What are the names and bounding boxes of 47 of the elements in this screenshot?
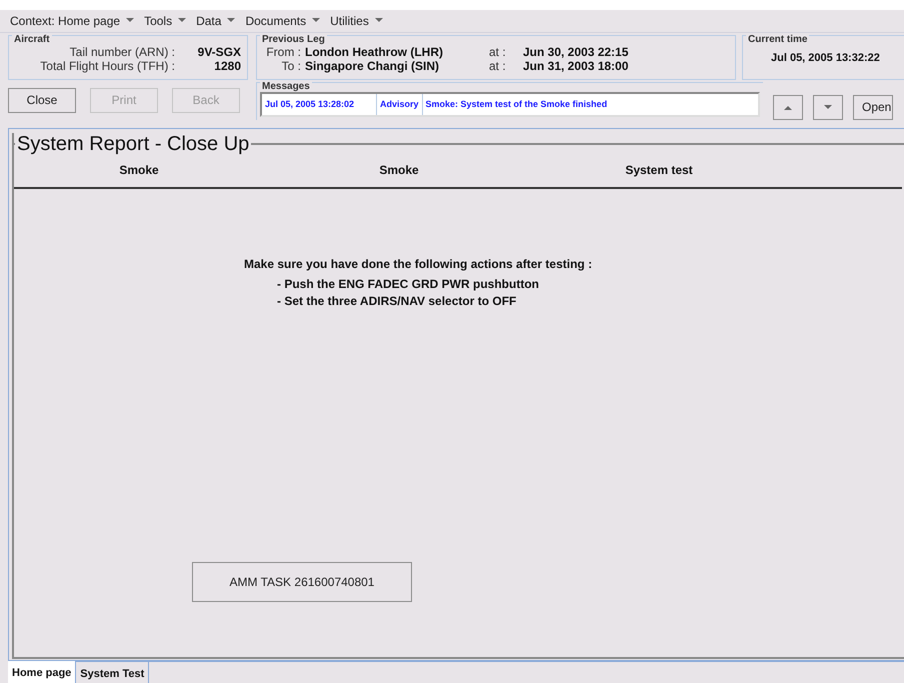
field-label: To : (280, 58, 301, 73)
instruction-text: - Set the three ADIRS/NAV selector to OFF (276, 294, 518, 308)
menu-item[interactable]: Tools (144, 14, 186, 28)
column-header: Smoke (378, 163, 420, 180)
field-value: Jun 30, 2003 22:15 (523, 44, 630, 59)
column-header: Smoke (118, 163, 160, 180)
field-value: Jun 31, 2003 18:00 (523, 58, 630, 73)
field-value: London Heathrow (LHR) (305, 44, 444, 59)
report-title: System Report - Close Up (15, 133, 252, 156)
caret-icon (374, 18, 383, 24)
clock-value: Jul 05, 2005 13:32:22 (770, 50, 881, 65)
menu-item[interactable]: Utilities (330, 14, 383, 28)
field-label: Tail number (ARN) : (68, 44, 175, 59)
message-level: Advisory (377, 94, 423, 115)
field-label: at : (489, 58, 507, 73)
menu-item[interactable]: Documents (245, 14, 320, 28)
open-button[interactable]: Open (853, 94, 893, 120)
message-text: Smoke: System test of the Smoke finished (424, 98, 608, 111)
action-button[interactable]: Close (8, 88, 76, 113)
panel-title: Aircraft (12, 34, 52, 45)
instruction-text: Make sure you have done the following actions after testing : (244, 257, 594, 272)
message-row[interactable]: Jul 05, 2005 13:28:02 Advisory Smoke: System test of the Smoke finished (260, 92, 760, 117)
field-value: 9V-SGX (196, 44, 241, 59)
scroll-up-button[interactable] (773, 94, 803, 120)
task-button[interactable]: AMM TASK 261600740801 (192, 562, 412, 602)
field-label: From : (265, 44, 301, 59)
tab[interactable]: Home page (8, 661, 76, 683)
field-label: at : (489, 44, 507, 59)
down-arrow-icon (824, 104, 832, 110)
scroll-down-button[interactable] (813, 94, 843, 120)
menu-item[interactable]: Data (196, 14, 236, 28)
field-label: Total Flight Hours (TFH) : (39, 58, 175, 73)
caret-icon (126, 18, 134, 24)
panel-title: Current time (746, 34, 810, 45)
field-value: Singapore Changi (SIN) (305, 58, 440, 73)
caret-icon (178, 18, 186, 24)
up-arrow-icon (784, 104, 792, 110)
field-value: 1280 (213, 58, 241, 73)
caret-icon (312, 18, 320, 24)
panel-title: Messages (260, 80, 312, 92)
tab[interactable]: System Test (76, 661, 150, 683)
panel-title: Previous Leg (260, 34, 327, 45)
caret-icon (227, 18, 236, 24)
instruction-text: - Push the ENG FADEC GRD PWR pushbutton (276, 277, 540, 292)
column-header: System test (624, 163, 694, 180)
menu-item[interactable]: Context: Home page (10, 14, 134, 28)
message-date: Jul 05, 2005 13:28:02 (262, 94, 377, 115)
